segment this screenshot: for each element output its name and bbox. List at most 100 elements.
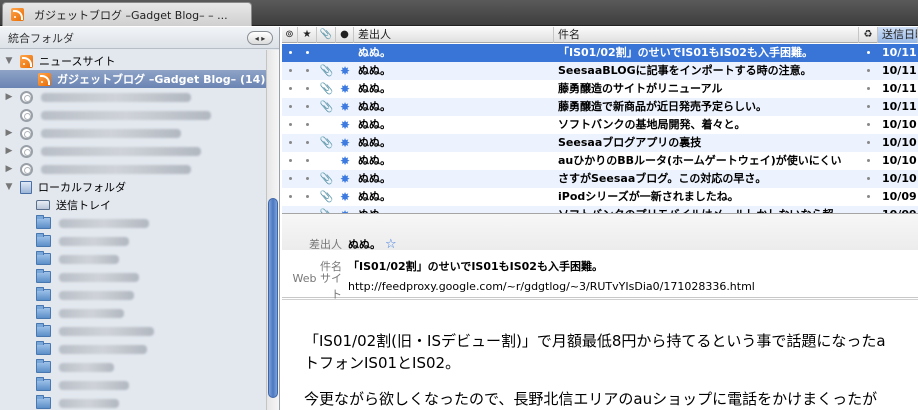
folder-local-sub[interactable] <box>0 268 266 286</box>
message-date: 10/11 <box>882 64 917 77</box>
folder-local-sub[interactable] <box>0 250 266 268</box>
folder-local-sub[interactable] <box>0 394 266 410</box>
new-message-icon: ✸ <box>339 100 351 114</box>
disclosure-open-icon[interactable]: ▼ <box>4 56 14 66</box>
junk-cell[interactable] <box>859 116 878 134</box>
junk-cell[interactable] <box>859 98 878 116</box>
mail-server-icon <box>20 90 33 104</box>
redacted-folder-name <box>59 362 114 372</box>
junk-cell[interactable] <box>859 152 878 170</box>
attachment-column-icon[interactable]: 📎 <box>317 27 336 43</box>
folder-pane-header: 統合フォルダ ◂ ▸ <box>0 27 279 49</box>
folder-label: ローカルフォルダ <box>38 181 126 194</box>
message-from: ぬぬ。 <box>358 46 391 59</box>
disclosure-closed-icon[interactable]: ▶ <box>4 92 14 102</box>
redacted-folder-name <box>59 272 139 282</box>
folder-scrollbar-thumb[interactable] <box>268 198 278 398</box>
thread-cell <box>282 152 298 170</box>
junk-cell[interactable] <box>859 206 878 213</box>
message-from: ぬぬ。 <box>358 100 391 113</box>
thread-cell <box>282 134 298 152</box>
star-cell[interactable] <box>298 116 317 134</box>
disclosure-closed-icon[interactable]: ▶ <box>4 164 14 174</box>
disclosure-open-icon[interactable]: ▼ <box>4 182 14 192</box>
tab-bar: ガジェットブログ –Gadget Blog– – ... <box>0 0 918 26</box>
column-header-date[interactable]: 送信日時 <box>878 27 918 43</box>
message-row[interactable]: 📎 ✸ ぬぬ。 藤勇醸造で新商品が近日発売予定らしい。 10/11 <box>282 98 918 116</box>
message-subject: 「IS01/02割」のせいでIS01もIS02も入手困難。 <box>558 46 813 59</box>
column-header-subject[interactable]: 件名 <box>554 27 859 43</box>
header-website: Web サイト http://feedproxy.google.com/~r/g… <box>282 272 918 301</box>
message-row[interactable]: 📎 ✸ ぬぬ。 Seesaaブログアプリの裏技 10/10 <box>282 134 918 152</box>
read-column-icon[interactable]: ● <box>336 27 354 43</box>
star-cell[interactable] <box>298 206 317 213</box>
thread-cell <box>282 206 298 213</box>
star-cell[interactable] <box>298 62 317 80</box>
star-cell[interactable] <box>298 44 317 62</box>
folder-local-sub[interactable] <box>0 376 266 394</box>
star-cell[interactable] <box>298 188 317 206</box>
message-from: ぬぬ。 <box>358 206 554 213</box>
message-row[interactable]: ✸ ぬぬ。 ソフトバンクの基地局開発、着々と。 10/10 <box>282 116 918 134</box>
folder-mode-switcher[interactable]: ◂ ▸ <box>247 31 273 45</box>
folder-scrollbar[interactable] <box>266 50 279 410</box>
junk-cell[interactable] <box>859 188 878 206</box>
folder-local-sub[interactable] <box>0 340 266 358</box>
folder-icon <box>36 377 51 391</box>
junk-cell[interactable] <box>859 170 878 188</box>
new-message-icon: ✸ <box>339 64 351 78</box>
folder-local[interactable]: ▼ ローカルフォルダ <box>0 178 266 196</box>
folder-outbox[interactable]: 送信トレイ <box>0 196 266 214</box>
redacted-account-name <box>41 164 191 174</box>
junk-cell[interactable] <box>859 80 878 98</box>
folder-gadget-blog[interactable]: ガジェットブログ –Gadget Blog– (14) <box>0 70 266 88</box>
folder-local-sub[interactable] <box>0 304 266 322</box>
mail-account[interactable]: ▶ <box>0 142 266 160</box>
message-subject: ソフトバンクの基地局開発、着々と。 <box>558 118 746 131</box>
star-cell[interactable] <box>298 152 317 170</box>
message-row[interactable]: 📎 ✸ ぬぬ。 さすがSeesaaブログ。この対応の早さ。 10/10 <box>282 170 918 188</box>
new-message-icon <box>336 44 354 62</box>
folder-local-sub[interactable] <box>0 214 266 232</box>
message-row[interactable]: 📎 ✸ ぬぬ。 iPodシリーズが一新されましたね。 10/09 <box>282 188 918 206</box>
message-row[interactable]: 📎 ✸ ぬぬ。 SeesaaBLOGに記事をインポートする時の注意。 10/11 <box>282 62 918 80</box>
new-message-icon: ✸ <box>339 118 351 132</box>
disclosure-closed-icon[interactable]: ▶ <box>4 128 14 138</box>
attachment-icon: 📎 <box>319 64 334 77</box>
star-column-icon[interactable]: ★ <box>298 27 317 43</box>
header-website-link[interactable]: http://feedproxy.google.com/~r/gdgtlog/~… <box>348 280 755 293</box>
junk-cell[interactable] <box>859 44 878 62</box>
star-cell[interactable] <box>298 170 317 188</box>
redacted-folder-name <box>59 254 119 264</box>
attachment-icon: 📎 <box>319 136 334 149</box>
folder-icon <box>36 269 51 283</box>
redacted-folder-name <box>59 218 149 228</box>
junk-cell[interactable] <box>859 134 878 152</box>
mail-server-icon <box>20 162 33 176</box>
message-row[interactable]: ✸ ぬぬ。 auひかりのBBルータ(ホームゲートウェイ)が使いにくい 10/10 <box>282 152 918 170</box>
folder-local-sub[interactable] <box>0 322 266 340</box>
star-cell[interactable] <box>298 80 317 98</box>
message-date: 10/09 <box>882 190 917 203</box>
folder-news-site[interactable]: ▼ ニュースサイト <box>0 52 266 70</box>
folder-local-sub[interactable] <box>0 286 266 304</box>
redacted-account-name <box>41 92 191 102</box>
message-row[interactable]: 📎 ✸ ぬぬ。 藤勇醸造のサイトがリニューアル 10/11 <box>282 80 918 98</box>
folder-local-sub[interactable] <box>0 232 266 250</box>
message-row[interactable]: 📎✸ ぬぬ。ソフトバンクのプリモバイルはメールしかしないなら超 10/09 <box>282 206 918 213</box>
junk-column-icon[interactable]: ♻ <box>859 27 878 43</box>
star-cell[interactable] <box>298 98 317 116</box>
message-row[interactable]: ぬぬ。 「IS01/02割」のせいでIS01もIS02も入手困難。 10/11 <box>282 44 918 62</box>
mail-account[interactable]: ▶ <box>0 160 266 178</box>
thread-column-icon[interactable]: ⊚ <box>282 27 298 43</box>
folder-local-sub[interactable] <box>0 358 266 376</box>
disclosure-closed-icon[interactable]: ▶ <box>4 146 14 156</box>
tab-active[interactable]: ガジェットブログ –Gadget Blog– – ... <box>2 2 252 26</box>
message-from: ぬぬ。 <box>358 118 391 131</box>
mail-account[interactable] <box>0 106 266 124</box>
mail-account[interactable]: ▶ <box>0 88 266 106</box>
mail-account[interactable]: ▶ <box>0 124 266 142</box>
star-cell[interactable] <box>298 134 317 152</box>
junk-cell[interactable] <box>859 62 878 80</box>
column-header-from[interactable]: 差出人 <box>354 27 554 43</box>
